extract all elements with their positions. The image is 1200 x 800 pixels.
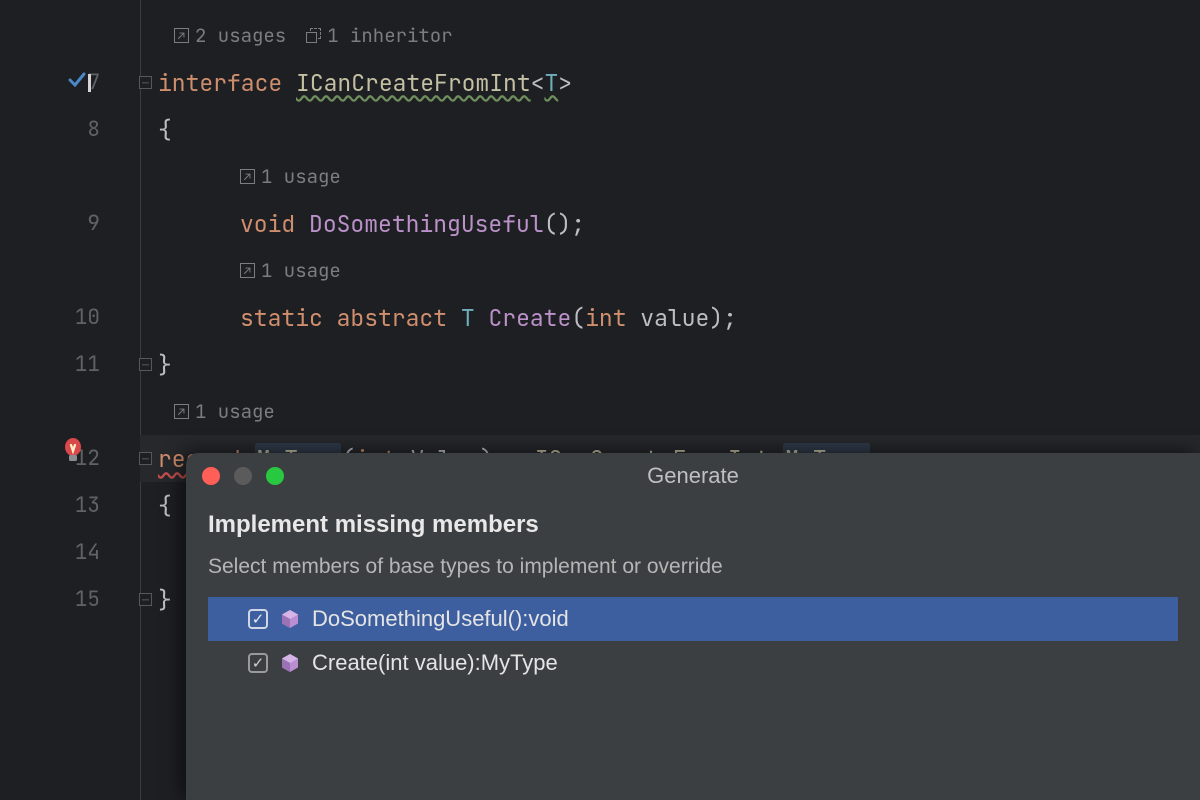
fold-toggle-icon[interactable] [139, 358, 152, 371]
keyword-void: void [240, 209, 295, 239]
inlay-hint-row: ↗ 1 usage [140, 153, 1200, 200]
caret-marker [88, 74, 91, 92]
paren: ); [709, 303, 737, 333]
inlay-hint-row: ↗ 1 usage [140, 247, 1200, 294]
usages-text: 1 usage [261, 164, 341, 189]
keyword-interface: interface [158, 68, 282, 98]
gutter-line-11[interactable]: 11 [0, 341, 140, 388]
fold-toggle-icon[interactable] [139, 452, 152, 465]
fold-toggle-icon[interactable] [139, 76, 152, 89]
usages-hint[interactable]: ↗ 1 usage [174, 399, 275, 424]
brace-open: { [158, 491, 172, 521]
inlay-hint-row: ↗ 1 usage [140, 388, 1200, 435]
fold-toggle-icon[interactable] [139, 593, 152, 606]
dialog-subtitle: Select members of base types to implemen… [208, 555, 1178, 579]
signature: (); [544, 209, 585, 239]
gutter-spacer [0, 12, 140, 59]
member-list: ✓ DoSomethingUseful():void ✓ Create(int … [208, 597, 1178, 685]
gutter: 7 8 9 10 11 12 13 14 15 [0, 0, 140, 800]
usages-text: 1 usage [195, 399, 275, 424]
type-parameter: T [461, 303, 475, 333]
keyword-static: static [240, 303, 323, 333]
inheritors-text: 1 inheritor [327, 23, 452, 48]
type-parameter: T [544, 68, 558, 98]
method-name: DoSomethingUseful [309, 209, 544, 239]
zoom-icon[interactable] [266, 467, 284, 485]
usages-hint[interactable]: ↗ 2 usages [174, 23, 286, 48]
member-label: Create(int value):MyType [312, 650, 558, 676]
gutter-line-8[interactable]: 8 [0, 106, 140, 153]
member-row[interactable]: ✓ Create(int value):MyType [208, 641, 1178, 685]
method-name: Create [488, 303, 571, 333]
gutter-spacer [0, 247, 140, 294]
gutter-line-12[interactable]: 12 [0, 435, 140, 482]
dialog-body: Implement missing members Select members… [186, 499, 1200, 685]
type-name: ICanCreateFromInt [296, 68, 531, 98]
usages-icon: ↗ [174, 28, 189, 43]
usages-icon: ↗ [240, 169, 255, 184]
window-controls [202, 453, 284, 499]
inheritors-hint[interactable]: 1 inheritor [306, 23, 452, 48]
line-number: 9 [87, 210, 100, 237]
keyword-int: int [585, 303, 626, 333]
paren: ( [571, 303, 585, 333]
checkbox-icon[interactable]: ✓ [248, 653, 268, 673]
code-line-10[interactable]: static abstract T Create(int value); [140, 294, 1200, 341]
minimize-icon[interactable] [234, 467, 252, 485]
line-number: 15 [75, 586, 100, 613]
inlay-hint-row: ↗ 2 usages 1 inheritor [140, 12, 1200, 59]
usages-hint[interactable]: ↗ 1 usage [240, 258, 341, 283]
commit-checkmark-icon[interactable] [70, 71, 84, 93]
usages-text: 1 usage [261, 258, 341, 283]
code-line-8[interactable]: { [140, 106, 1200, 153]
line-number: 11 [75, 351, 100, 378]
code-line-11[interactable]: } [140, 341, 1200, 388]
member-row[interactable]: ✓ DoSomethingUseful():void [208, 597, 1178, 641]
line-number: 10 [75, 304, 100, 331]
checkbox-icon[interactable]: ✓ [248, 609, 268, 629]
keyword-abstract: abstract [337, 303, 447, 333]
method-icon [280, 653, 300, 673]
inheritors-icon [306, 28, 321, 43]
gutter-line-10[interactable]: 10 [0, 294, 140, 341]
line-number: 14 [75, 539, 100, 566]
brace-close: } [158, 350, 172, 380]
usages-icon: ↗ [240, 263, 255, 278]
code-line-7[interactable]: interface ICanCreateFromInt<T> [140, 59, 1200, 106]
member-label: DoSomethingUseful():void [312, 606, 569, 632]
gutter-spacer [0, 153, 140, 200]
brace-close: } [158, 585, 172, 615]
gutter-line-7[interactable]: 7 [0, 59, 140, 106]
line-number: 8 [87, 116, 100, 143]
usages-text: 2 usages [195, 23, 286, 48]
usages-icon: ↗ [174, 404, 189, 419]
gutter-line-15[interactable]: 15 [0, 576, 140, 623]
brace-open: { [158, 115, 172, 145]
dialog-titlebar[interactable]: Generate [186, 453, 1200, 499]
dialog-heading: Implement missing members [208, 511, 1178, 539]
dialog-title: Generate [186, 463, 1200, 489]
generate-dialog: Generate Implement missing members Selec… [186, 453, 1200, 800]
gutter-line-13[interactable]: 13 [0, 482, 140, 529]
gutter-line-9[interactable]: 9 [0, 200, 140, 247]
gutter-line-14[interactable]: 14 [0, 529, 140, 576]
method-icon [280, 609, 300, 629]
line-number: 13 [75, 492, 100, 519]
code-line-9[interactable]: void DoSomethingUseful(); [140, 200, 1200, 247]
close-icon[interactable] [202, 467, 220, 485]
param-name: value [627, 303, 710, 333]
usages-hint[interactable]: ↗ 1 usage [240, 164, 341, 189]
gutter-spacer [0, 388, 140, 435]
quickfix-bulb-icon[interactable] [62, 437, 84, 465]
